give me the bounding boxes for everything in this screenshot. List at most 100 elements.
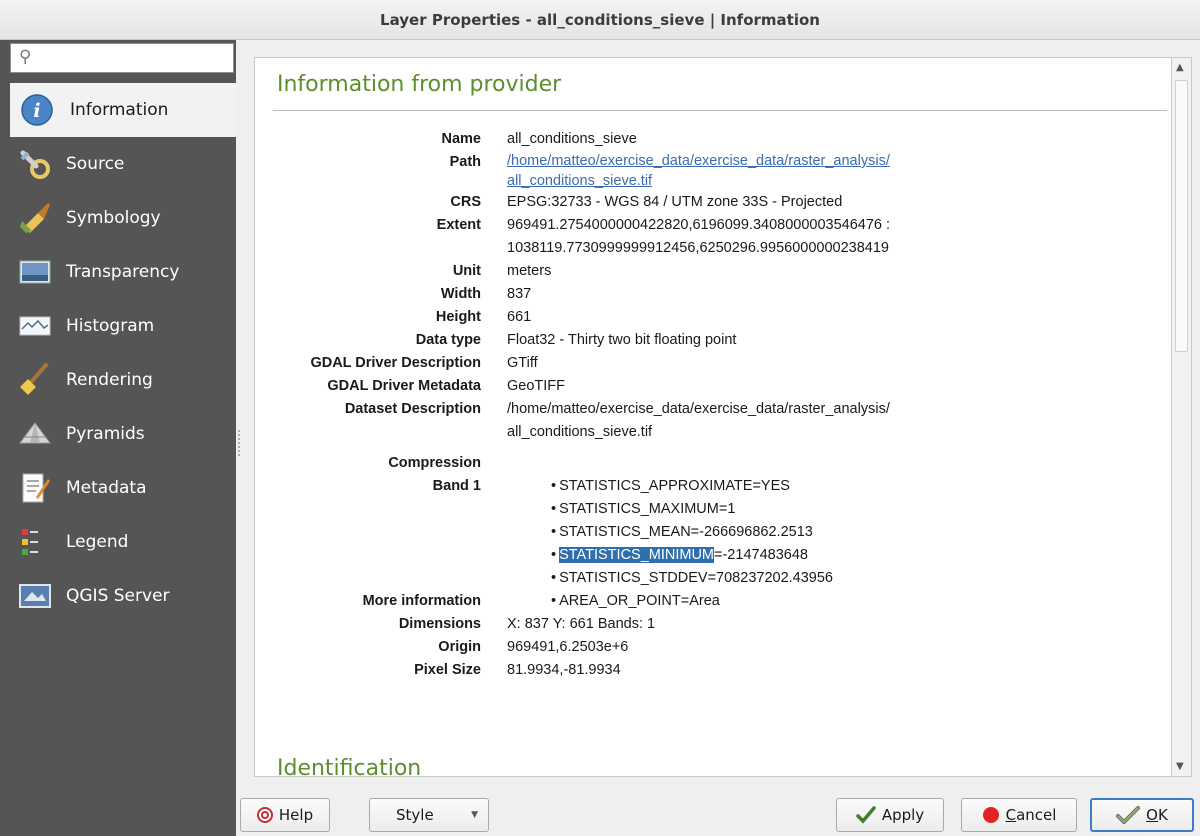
section-divider xyxy=(273,110,1167,111)
ok-check-icon xyxy=(1116,806,1141,824)
info-key: Data type xyxy=(415,332,481,348)
list-item-selected[interactable]: STATISTICS_MINIMUM=-2147483648 xyxy=(551,544,1165,567)
cancel-icon xyxy=(982,807,999,823)
info-value[interactable]: meters xyxy=(507,260,1165,283)
info-value[interactable]: GTiff xyxy=(507,352,1165,375)
info-key: CRS xyxy=(450,194,481,210)
info-row-pixel-size: Pixel Size 81.9934,-81.9934 xyxy=(255,659,1165,682)
list-item[interactable]: STATISTICS_MAXIMUM=1 xyxy=(551,498,1165,521)
legend-icon xyxy=(22,529,38,555)
style-dropdown-button[interactable]: Style ▼ xyxy=(369,798,489,832)
info-value[interactable] xyxy=(507,452,1165,475)
splitter-handle[interactable] xyxy=(238,430,242,456)
scroll-up-arrow-icon[interactable]: ▲ xyxy=(1176,62,1184,73)
info-value[interactable]: 837 xyxy=(507,283,1165,306)
sidebar-item-pyramids[interactable]: Pyramids xyxy=(0,407,236,461)
info-row-gdal-driver-description: GDAL Driver Description GTiff xyxy=(255,352,1165,375)
info-value[interactable]: EPSG:32733 - WGS 84 / UTM zone 33S - Pro… xyxy=(507,191,1165,214)
path-link-continued[interactable]: all_conditions_sieve.tif xyxy=(507,173,652,189)
sidebar-item-legend[interactable]: Legend xyxy=(0,515,236,569)
info-row-extent: Extent 969491.2754000000422820,6196099.3… xyxy=(255,214,1165,260)
list-item[interactable]: STATISTICS_STDDEV=708237202.43956 xyxy=(551,567,1165,590)
paintbrush-icon xyxy=(20,203,50,233)
sidebar: ⚲ i Information Source Symbology Transpa… xyxy=(0,40,236,836)
ok-button[interactable]: OK xyxy=(1090,798,1194,832)
info-key: GDAL Driver Metadata xyxy=(327,378,481,394)
cancel-button[interactable]: Cancel xyxy=(961,798,1077,832)
selected-text[interactable]: STATISTICS_MINIMUM xyxy=(559,547,715,563)
info-value[interactable]: 1038119.7730999999912456,6250296.9956000… xyxy=(507,240,889,256)
list-item[interactable]: STATISTICS_MEAN=-266696862.2513 xyxy=(551,521,1165,544)
help-icon xyxy=(256,807,273,823)
info-key: Dataset Description xyxy=(344,401,481,417)
metadata-icon xyxy=(22,473,50,503)
info-key: GDAL Driver Description xyxy=(310,355,481,371)
info-value[interactable]: GeoTIFF xyxy=(507,375,1165,398)
info-row-origin: Origin 969491,6.2503e+6 xyxy=(255,636,1165,659)
sidebar-item-symbology[interactable]: Symbology xyxy=(0,191,236,245)
section-title-identification: Identification xyxy=(277,756,422,777)
provider-info-table: Name all_conditions_sieve Path /home/mat… xyxy=(255,128,1165,682)
sidebar-item-metadata[interactable]: Metadata xyxy=(0,461,236,515)
scroll-down-arrow-icon[interactable]: ▼ xyxy=(1176,761,1184,772)
info-value[interactable]: all_conditions_sieve.tif xyxy=(507,424,652,440)
help-button[interactable]: Help xyxy=(240,798,330,832)
sidebar-item-label: Metadata xyxy=(66,478,147,498)
transparency-icon xyxy=(19,260,51,284)
sidebar-item-histogram[interactable]: Histogram xyxy=(0,299,236,353)
info-value[interactable]: all_conditions_sieve xyxy=(507,128,1165,151)
list-item[interactable]: STATISTICS_APPROXIMATE=YES xyxy=(551,475,1165,498)
info-row-data-type: Data type Float32 - Thirty two bit float… xyxy=(255,329,1165,352)
sidebar-item-label: Symbology xyxy=(66,208,161,228)
info-row-band-1: Band 1 STATISTICS_APPROXIMATE=YES STATIS… xyxy=(255,475,1165,590)
apply-button[interactable]: Apply xyxy=(836,798,944,832)
search-input[interactable] xyxy=(39,46,229,70)
pyramid-icon xyxy=(19,422,51,444)
info-row-dimensions: Dimensions X: 837 Y: 661 Bands: 1 xyxy=(255,613,1165,636)
style-button-label: Style xyxy=(396,806,434,824)
info-row-dataset-description: Dataset Description /home/matteo/exercis… xyxy=(255,398,1165,452)
path-link[interactable]: /home/matteo/exercise_data/exercise_data… xyxy=(507,153,890,169)
histogram-icon xyxy=(19,316,51,336)
info-key: Name xyxy=(441,131,482,147)
info-key: Unit xyxy=(452,263,481,279)
info-value[interactable]: X: 837 Y: 661 Bands: 1 xyxy=(507,613,1165,636)
sidebar-item-source[interactable]: Source xyxy=(0,137,236,191)
info-value[interactable]: 81.9934,-81.9934 xyxy=(507,659,1165,682)
info-value[interactable]: /home/matteo/exercise_data/exercise_data… xyxy=(507,401,890,417)
section-title-provider: Information from provider xyxy=(277,72,562,97)
sidebar-item-label: QGIS Server xyxy=(66,586,170,606)
info-key: Origin xyxy=(438,639,481,655)
info-value[interactable]: 661 xyxy=(507,306,1165,329)
info-key: Height xyxy=(435,309,481,325)
vertical-scrollbar[interactable]: ▲ ▼ xyxy=(1172,57,1192,777)
info-value[interactable]: Float32 - Thirty two bit floating point xyxy=(507,329,1165,352)
list-item[interactable]: AREA_OR_POINT=Area xyxy=(551,590,1165,613)
sidebar-item-label: Rendering xyxy=(66,370,153,390)
sidebar-nav: i Information Source Symbology Transpare… xyxy=(0,83,236,623)
broom-icon xyxy=(20,363,48,395)
apply-button-label: Apply xyxy=(881,806,925,824)
info-row-crs: CRS EPSG:32733 - WGS 84 / UTM zone 33S -… xyxy=(255,191,1165,214)
scroll-thumb[interactable] xyxy=(1175,80,1188,352)
sidebar-item-label: Pyramids xyxy=(66,424,145,444)
info-value[interactable]: 969491.2754000000422820,6196099.34080000… xyxy=(507,217,890,233)
sidebar-item-qgis-server[interactable]: QGIS Server xyxy=(0,569,236,623)
sidebar-item-transparency[interactable]: Transparency xyxy=(0,245,236,299)
cancel-button-label: Cancel xyxy=(1005,806,1057,824)
info-row-gdal-driver-metadata: GDAL Driver Metadata GeoTIFF xyxy=(255,375,1165,398)
info-row-height: Height 661 xyxy=(255,306,1165,329)
sidebar-item-rendering[interactable]: Rendering xyxy=(0,353,236,407)
sidebar-item-label: Information xyxy=(70,100,169,120)
ok-button-label: OK xyxy=(1146,806,1168,824)
search-field[interactable]: ⚲ xyxy=(10,43,234,73)
info-value[interactable]: 969491,6.2503e+6 xyxy=(507,636,1165,659)
more-info-list: AREA_OR_POINT=Area xyxy=(507,590,1165,613)
info-row-width: Width 837 xyxy=(255,283,1165,306)
sidebar-item-information[interactable]: i Information xyxy=(10,83,236,137)
info-row-unit: Unit meters xyxy=(255,260,1165,283)
info-icon: i xyxy=(21,94,53,126)
svg-text:i: i xyxy=(33,100,40,122)
wrench-icon xyxy=(20,150,50,179)
info-key: Extent xyxy=(436,217,481,233)
